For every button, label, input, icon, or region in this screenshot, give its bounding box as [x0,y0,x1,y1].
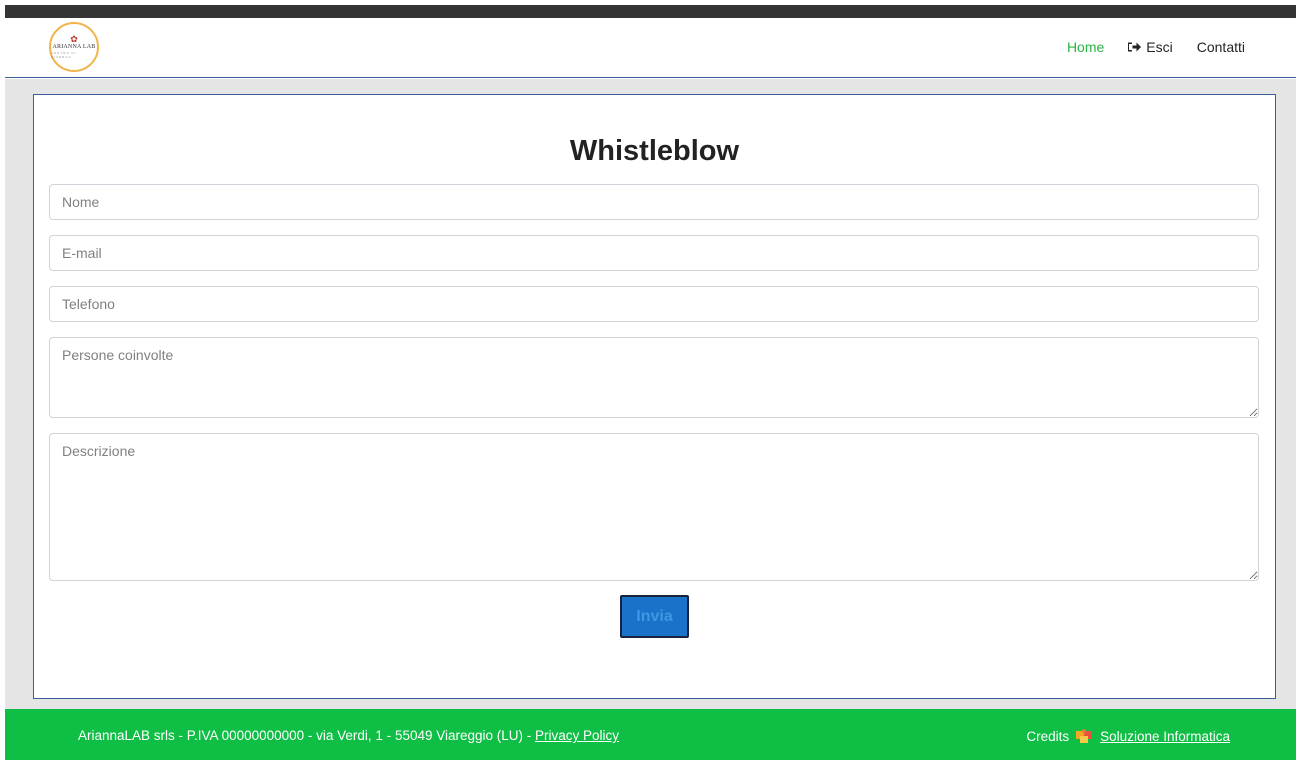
submit-button[interactable]: Invia [620,595,689,638]
nav-exit-label: Esci [1146,39,1173,55]
navbar: ✿ ARIANNA LAB CENTRO DI RICERCA Home Esc… [5,18,1296,78]
privacy-policy-link[interactable]: Privacy Policy [535,728,619,743]
nav-home-link[interactable]: Home [1067,39,1104,55]
people-involved-textarea[interactable] [49,337,1259,418]
footer-company-info: AriannaLAB srls - P.IVA 00000000000 - vi… [78,728,619,743]
nav-exit-link[interactable]: Esci [1127,39,1173,55]
logo-mark-icon: ✿ [70,34,78,44]
footer: AriannaLAB srls - P.IVA 00000000000 - vi… [5,709,1296,760]
credits-link[interactable]: Soluzione Informatica [1100,729,1230,744]
top-bar [5,5,1296,18]
whistleblow-form-card: Whistleblow Invia [33,94,1276,699]
name-input[interactable] [49,184,1259,220]
nav-menu: Home Esci Contatti [1067,39,1245,55]
logo-tagline: CENTRO DI RICERCA [51,51,77,59]
email-input[interactable] [49,235,1259,271]
description-textarea[interactable] [49,433,1259,581]
phone-input[interactable] [49,286,1259,322]
sign-out-icon [1128,42,1142,52]
logo-text: ARIANNA LAB [52,44,96,50]
footer-credits: Credits Soluzione Informatica [1026,728,1230,744]
puzzle-icon [1076,729,1093,743]
logo[interactable]: ✿ ARIANNA LAB CENTRO DI RICERCA [49,22,99,72]
nav-contacts-link[interactable]: Contatti [1197,39,1245,55]
credits-label: Credits [1026,728,1070,744]
company-info-text: AriannaLAB srls - P.IVA 00000000000 - vi… [78,728,536,743]
page-title: Whistleblow [569,135,740,167]
